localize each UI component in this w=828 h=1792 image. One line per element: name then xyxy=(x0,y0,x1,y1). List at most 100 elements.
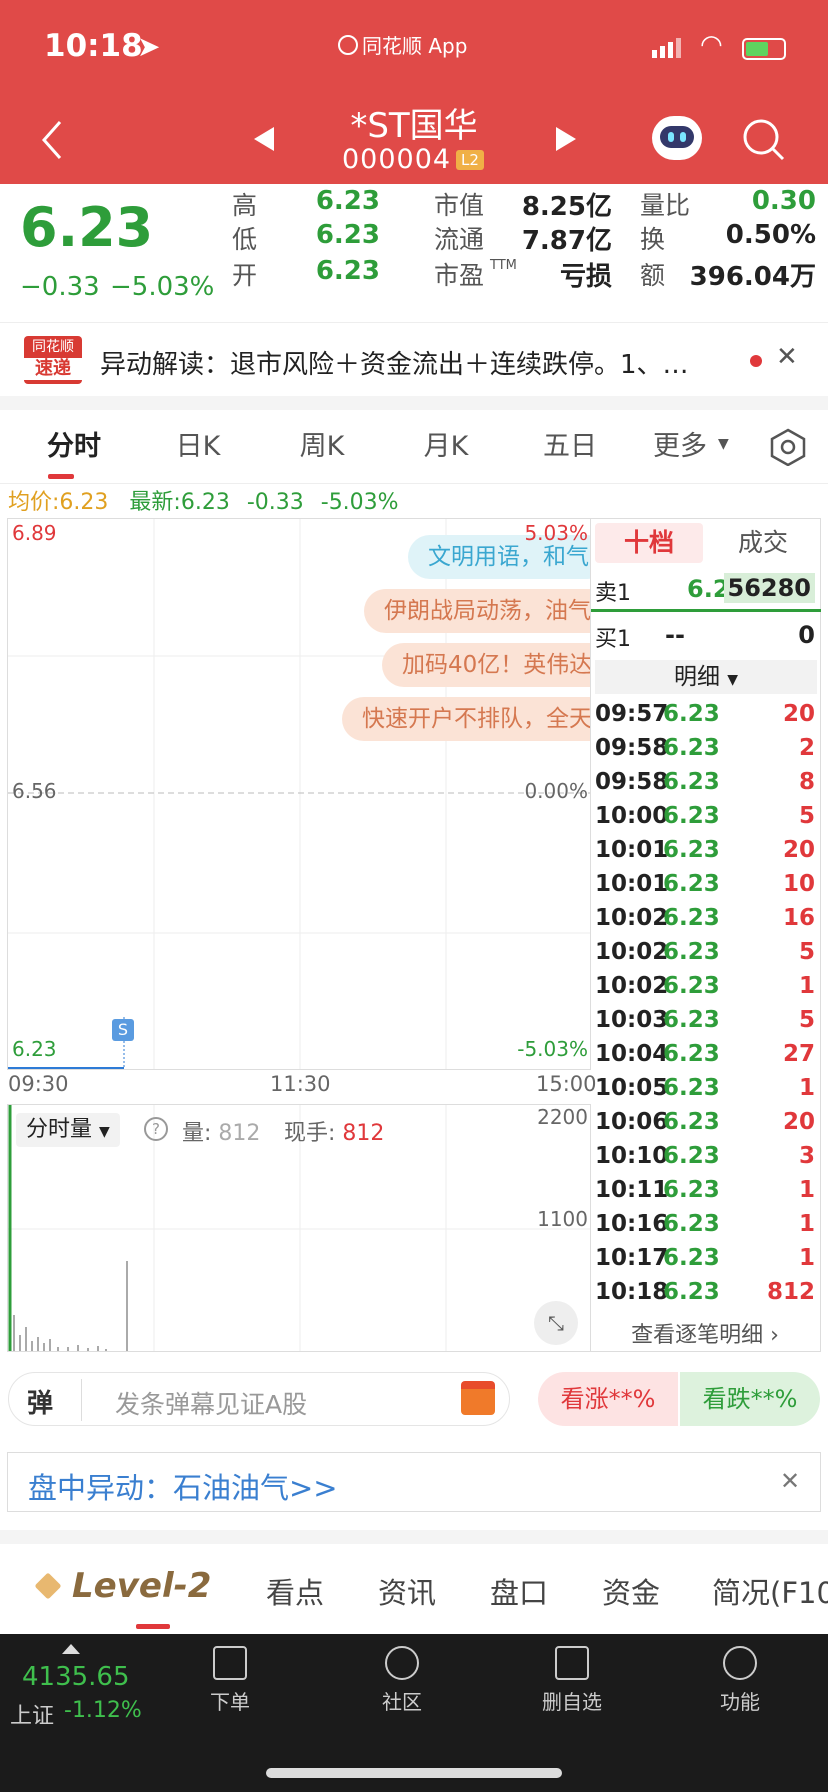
trade-price: 6.23 xyxy=(663,1007,720,1033)
status-time: 10:18 xyxy=(44,28,143,64)
trade-price: 6.23 xyxy=(663,1211,720,1237)
settings-hex-icon[interactable] xyxy=(770,428,806,466)
trade-price: 6.23 xyxy=(663,1041,720,1067)
trade-qty: 20 xyxy=(782,837,815,863)
footer-item-2[interactable]: 删自选 xyxy=(522,1646,622,1715)
trade-time: 09:57 xyxy=(595,701,669,727)
tab-3[interactable]: 月K xyxy=(394,410,498,484)
index-name: 上证 xyxy=(10,1704,55,1729)
latest-label: 最新: xyxy=(129,490,181,515)
help-icon[interactable]: ? xyxy=(144,1117,168,1141)
tab-2[interactable]: 周K xyxy=(270,410,374,484)
trade-price: 6.23 xyxy=(663,837,720,863)
info-tab-1[interactable]: 看点 xyxy=(266,1570,324,1612)
quote-label: 市值 xyxy=(434,191,485,220)
gift-icon[interactable] xyxy=(461,1381,495,1415)
menu-icon xyxy=(723,1646,757,1680)
back-icon[interactable] xyxy=(40,120,64,160)
robot-assistant-icon[interactable] xyxy=(652,116,702,160)
expand-up-icon[interactable] xyxy=(62,1644,80,1654)
next-stock-icon[interactable] xyxy=(554,126,578,152)
volume-value: 812 xyxy=(218,1121,261,1146)
search-icon[interactable] xyxy=(742,118,786,162)
vote-fall-button[interactable]: 看跌**% xyxy=(680,1372,820,1426)
trade-price: 6.23 xyxy=(663,871,720,897)
more-dropdown-icon: ▼ xyxy=(718,436,729,452)
info-tab-2[interactable]: 资讯 xyxy=(378,1570,436,1612)
volume-selector-label: 分时量 xyxy=(26,1117,93,1142)
diamond-icon xyxy=(34,1572,62,1600)
index-pct: -1.12% xyxy=(64,1698,142,1723)
detail-dropdown[interactable]: 明细 ▼ xyxy=(595,660,817,694)
volume-label-text: 量: xyxy=(182,1121,212,1146)
danmu-bubble[interactable]: 伊朗战局动荡，油气 xyxy=(364,589,590,633)
prev-stock-icon[interactable] xyxy=(252,126,276,152)
trade-row: 10:06 6.23 20 xyxy=(595,1109,817,1141)
close-alert-icon[interactable]: ✕ xyxy=(780,1467,800,1495)
footer-item-1[interactable]: 社区 xyxy=(352,1646,452,1715)
tab-1[interactable]: 日K xyxy=(146,410,250,484)
trade-row: 10:01 6.23 20 xyxy=(595,837,817,869)
trade-row: 09:57 6.23 20 xyxy=(595,701,817,733)
vote-rise-button[interactable]: 看涨**% xyxy=(538,1372,678,1426)
trade-row: 10:17 6.23 1 xyxy=(595,1245,817,1277)
trade-row: 09:58 6.23 2 xyxy=(595,735,817,767)
danmu-bubble[interactable]: 快速开户不排队，全天 xyxy=(342,697,590,741)
price-chart[interactable]: 文明用语，和气 伊朗战局动荡，油气 加码40亿！英伟达 快速开户不排队，全天 6.89… xyxy=(7,518,591,1070)
news-logo-bottom: 速递 xyxy=(24,358,82,380)
order-icon xyxy=(213,1646,247,1680)
trade-row: 10:18 6.23 812 xyxy=(595,1279,817,1311)
tab-4[interactable]: 五日 xyxy=(518,410,622,484)
alert-bar[interactable]: 盘中异动：石油油气>> ✕ xyxy=(7,1452,821,1512)
volume-chart[interactable]: 分时量 ▼ ? 量: 812 现手: 812 2200 1100 ⤡ xyxy=(7,1104,591,1352)
trade-qty: 5 xyxy=(798,1007,815,1033)
danmu-bubble[interactable]: 加码40亿！英伟达 xyxy=(382,643,590,687)
trade-time: 10:11 xyxy=(595,1177,669,1203)
footer-item-3[interactable]: 功能 xyxy=(690,1646,790,1715)
tab-ten-levels[interactable]: 十档 xyxy=(595,523,703,563)
trade-row: 09:58 6.23 8 xyxy=(595,769,817,801)
view-all-trades-link[interactable]: 查看逐笔明细 › xyxy=(591,1317,819,1349)
trade-row: 10:10 6.23 3 xyxy=(595,1143,817,1175)
fullscreen-icon[interactable]: ⤡ xyxy=(534,1301,578,1345)
footer-item-0[interactable]: 下单 xyxy=(180,1646,280,1715)
info-tab-4[interactable]: 资金 xyxy=(602,1570,660,1612)
buy-row: 买1 -- 0 xyxy=(595,619,817,653)
index-value[interactable]: 4135.65 xyxy=(22,1662,130,1692)
dropdown-icon: ▼ xyxy=(99,1124,110,1140)
trade-time: 10:18 xyxy=(595,1279,669,1305)
trade-time: 10:01 xyxy=(595,837,669,863)
latest-value: 6.23 xyxy=(180,490,230,515)
trade-qty: 1 xyxy=(798,973,815,999)
quote-label: 开 xyxy=(232,261,258,290)
danmu-input[interactable]: 弹 发条弹幕见证A股 xyxy=(8,1372,510,1426)
trade-row: 10:11 6.23 1 xyxy=(595,1177,817,1209)
tab-0[interactable]: 分时 xyxy=(22,410,126,484)
remove-watchlist-icon xyxy=(555,1646,589,1680)
trade-row: 10:03 6.23 5 xyxy=(595,1007,817,1039)
info-tabs: Level-2 看点 资讯 盘口 资金 简况(F10 xyxy=(0,1544,828,1634)
trade-qty: 8 xyxy=(798,769,815,795)
trade-row: 10:04 6.23 27 xyxy=(595,1041,817,1073)
info-tab-5[interactable]: 简况(F10 xyxy=(712,1570,828,1612)
pct-label-bottom: -5.03% xyxy=(517,1037,588,1061)
stock-code: 000004 xyxy=(342,144,452,175)
trade-time: 10:05 xyxy=(595,1075,669,1101)
quote-value: 6.23 xyxy=(315,256,380,286)
news-ticker[interactable]: 同花顺 速递 异动解读：退市风险＋资金流出＋连续跌停。1、… ✕ xyxy=(0,324,828,396)
tab-trades[interactable]: 成交 xyxy=(711,523,815,563)
volume-type-selector[interactable]: 分时量 ▼ xyxy=(16,1113,120,1147)
close-news-icon[interactable]: ✕ xyxy=(776,342,798,372)
news-logo-top: 同花顺 xyxy=(32,339,74,355)
footer-label: 功能 xyxy=(720,1690,760,1714)
sell-marker[interactable]: S xyxy=(112,1019,134,1041)
danmu-icon: 弹 xyxy=(27,1389,54,1419)
buy-price: -- xyxy=(665,621,685,649)
info-tab-3[interactable]: 盘口 xyxy=(490,1570,548,1612)
sell-qty: 56280 xyxy=(723,573,815,603)
info-tab-0[interactable]: Level-2 xyxy=(72,1566,211,1606)
tab-active-indicator xyxy=(48,474,74,479)
tab-5[interactable]: 更多 xyxy=(630,410,730,484)
quote-label: 流通 xyxy=(434,225,485,254)
quote-panel: 6.23 −0.33 −5.03% 高 6.23 市值 8.25亿 量比 0.30 低 6.2… xyxy=(0,184,828,324)
